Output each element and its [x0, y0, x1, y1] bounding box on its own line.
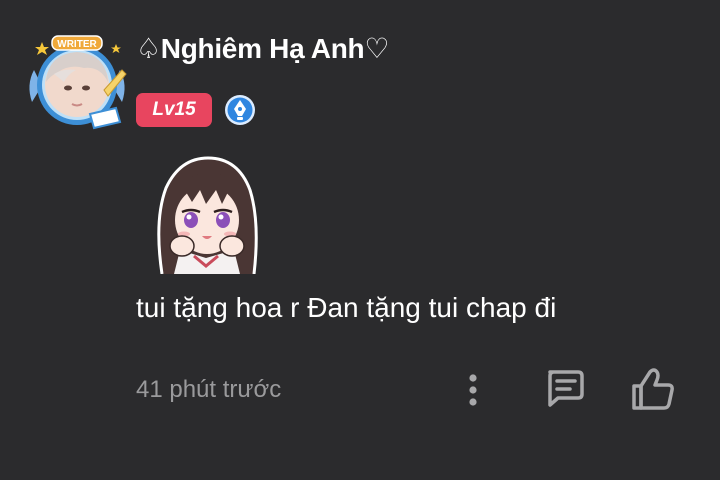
avatar[interactable]: WRITER: [24, 30, 130, 130]
author-badges: Lv15: [136, 93, 256, 127]
more-vertical-icon: [469, 374, 477, 406]
level-badge: Lv15: [136, 93, 212, 127]
comment-text: tui tặng hoa r Đan tặng tui chap đi: [136, 292, 557, 323]
author-name[interactable]: ♤Nghiêm Hạ Anh♡: [136, 32, 389, 65]
more-options-button[interactable]: [460, 370, 486, 410]
avatar-banner-text: WRITER: [57, 39, 97, 50]
comment-timestamp: 41 phút trước: [136, 376, 282, 403]
writer-avatar-frame: WRITER: [29, 35, 127, 130]
reply-button[interactable]: [542, 368, 586, 408]
pen-nib-icon: [224, 94, 256, 126]
comment-icon: [548, 370, 584, 407]
like-button[interactable]: [630, 366, 676, 412]
thumbs-up-icon: [632, 368, 674, 410]
comment-item: WRITER ♤Nghiêm Hạ Anh♡ Lv15 tui tặng hoa…: [0, 0, 720, 480]
anime-girl-sticker: [150, 150, 262, 274]
